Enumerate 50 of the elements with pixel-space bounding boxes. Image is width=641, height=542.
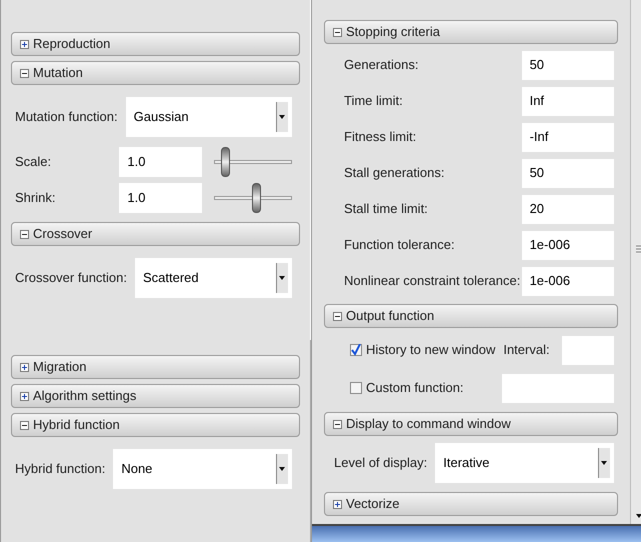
input-field[interactable]: 50: [522, 50, 614, 80]
slider-thumb[interactable]: [252, 183, 261, 213]
field-label: Function tolerance:: [344, 236, 455, 254]
field-label: Time limit:: [344, 92, 403, 110]
input-field[interactable]: [562, 336, 614, 364]
dropdown[interactable]: Iterative: [435, 443, 614, 483]
dropdown[interactable]: None: [113, 449, 292, 489]
dropdown[interactable]: Gaussian: [126, 97, 292, 137]
dropdown[interactable]: Scattered: [135, 258, 292, 298]
field-label: Generations:: [344, 56, 418, 74]
input-field[interactable]: 50: [522, 158, 614, 188]
input-field[interactable]: [502, 374, 614, 402]
input-field[interactable]: 1e-006: [522, 230, 614, 260]
field-label: Hybrid function:: [15, 460, 106, 478]
section-header[interactable]: Mutation: [11, 61, 300, 85]
checkbox[interactable]: [350, 382, 362, 394]
section-header[interactable]: Stopping criteria: [324, 20, 618, 44]
slider-thumb[interactable]: [220, 147, 230, 177]
section-header[interactable]: Vectorize: [324, 492, 618, 516]
checkbox-label: History to new window: [366, 341, 496, 360]
checkbox-label: Custom function:: [366, 379, 464, 398]
grip-icon: [636, 245, 641, 253]
field-label: Scale:: [15, 154, 52, 169]
input-field[interactable]: 20: [522, 194, 614, 224]
input-field[interactable]: Inf: [522, 86, 614, 116]
section-header[interactable]: Algorithm settings: [11, 384, 300, 408]
check-icon: [351, 344, 361, 356]
field-label: Mutation function:: [15, 108, 118, 126]
field-label: Nonlinear constraint tolerance:: [344, 272, 520, 290]
input-field[interactable]: 1.0: [119, 147, 202, 177]
field-label: Stall time limit:: [344, 200, 428, 218]
input-field[interactable]: 1e-006: [522, 266, 614, 296]
field-label: Crossover function:: [15, 269, 127, 288]
section-header[interactable]: Reproduction: [11, 32, 300, 56]
checkbox[interactable]: [350, 344, 362, 356]
field-label: Interval:: [503, 341, 550, 360]
field-label: Shrink:: [15, 190, 56, 205]
scroll-down-icon[interactable]: [634, 512, 641, 520]
slider[interactable]: [214, 147, 292, 177]
section-header[interactable]: Display to command window: [324, 412, 618, 436]
input-field[interactable]: 1.0: [119, 183, 202, 213]
section-header[interactable]: Output function: [324, 304, 618, 328]
field-label: Stall generations:: [344, 164, 444, 182]
input-field[interactable]: -Inf: [522, 122, 614, 152]
section-header[interactable]: Migration: [11, 355, 300, 379]
slider[interactable]: [214, 183, 292, 213]
section-header[interactable]: Crossover: [11, 222, 300, 246]
field-label: Fitness limit:: [344, 128, 416, 146]
section-header[interactable]: Hybrid function: [11, 413, 300, 437]
field-label: Level of display:: [334, 454, 428, 472]
